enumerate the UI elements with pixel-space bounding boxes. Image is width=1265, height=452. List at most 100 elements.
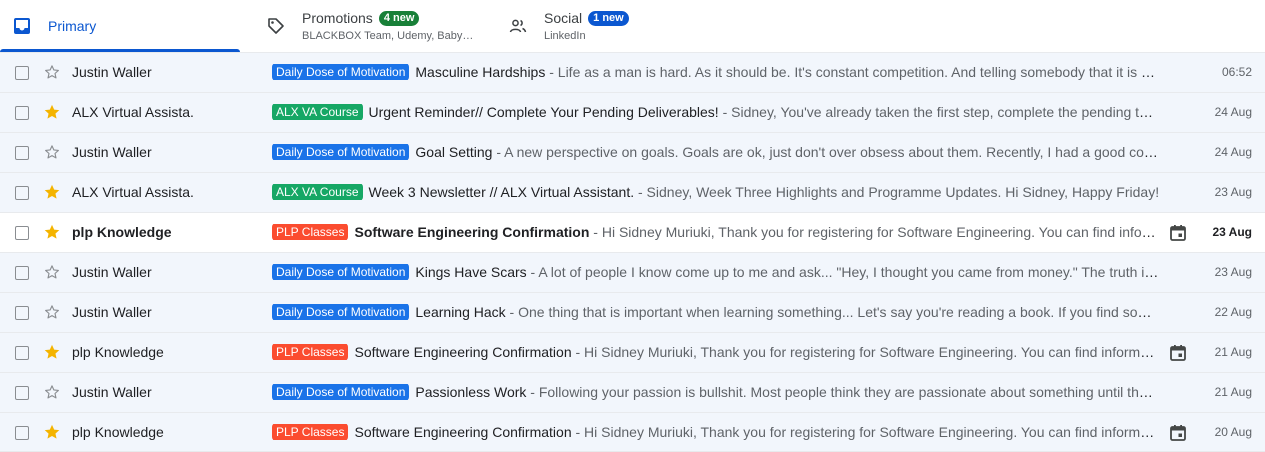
email-row[interactable]: plp Knowledge PLP Classes Software Enginee…	[0, 412, 1265, 452]
email-row[interactable]: ALX Virtual Assista. ALX VA Course Urgent …	[0, 92, 1265, 132]
email-subject: Goal Setting	[415, 144, 493, 160]
email-row[interactable]: Justin Waller Daily Dose of Motivation Goa…	[0, 132, 1265, 172]
tab-primary[interactable]: Primary	[0, 0, 240, 52]
email-sender: plp Knowledge	[72, 424, 164, 440]
email-row[interactable]: plp Knowledge PLP Classes Software Enginee…	[0, 212, 1265, 252]
inbox-icon	[12, 16, 32, 36]
select-checkbox[interactable]	[15, 66, 29, 80]
email-subject: Learning Hack	[415, 304, 506, 320]
email-list: Justin Waller Daily Dose of Motivation Mas…	[0, 52, 1265, 452]
email-date: 24 Aug	[1214, 145, 1252, 159]
email-date: 24 Aug	[1214, 105, 1252, 119]
select-checkbox[interactable]	[15, 266, 29, 280]
email-snippet: - Hi Sidney Muriuki, Thank you for regis…	[593, 224, 1160, 240]
email-sender: Justin Waller	[72, 64, 152, 80]
email-sender: Justin Waller	[72, 384, 152, 400]
email-row[interactable]: Justin Waller Daily Dose of Motivation Mas…	[0, 52, 1265, 92]
email-sender: plp Knowledge	[72, 344, 164, 360]
email-date: 23 Aug	[1212, 225, 1252, 239]
calendar-event-icon[interactable]	[1169, 424, 1187, 442]
email-subject: Urgent Reminder// Complete Your Pending …	[368, 104, 719, 120]
star-outline-icon[interactable]	[43, 263, 61, 281]
email-row[interactable]: Justin Waller Daily Dose of Motivation Kin…	[0, 252, 1265, 292]
email-label-chip[interactable]: PLP Classes	[272, 224, 349, 240]
email-content: Daily Dose of Motivation Masculine Hardsh…	[272, 64, 1160, 80]
email-row[interactable]: Justin Waller Daily Dose of Motivation Pas…	[0, 372, 1265, 412]
email-content: ALX VA Course Week 3 Newsletter // ALX Vi…	[272, 184, 1160, 200]
star-outline-icon[interactable]	[43, 63, 61, 81]
email-subject: Kings Have Scars	[415, 264, 527, 280]
email-subject: Software Engineering Confirmation	[354, 344, 572, 360]
select-checkbox[interactable]	[15, 306, 29, 320]
select-checkbox[interactable]	[15, 226, 29, 240]
email-row[interactable]: Justin Waller Daily Dose of Motivation Lea…	[0, 292, 1265, 332]
email-label-chip[interactable]: PLP Classes	[272, 424, 349, 440]
email-content: Daily Dose of Motivation Kings Have Scars…	[272, 264, 1160, 280]
email-subject: Software Engineering Confirmation	[354, 224, 590, 240]
star-outline-icon[interactable]	[43, 383, 61, 401]
star-outline-icon[interactable]	[43, 143, 61, 161]
people-icon	[508, 16, 528, 36]
email-date: 20 Aug	[1214, 425, 1252, 439]
email-label-chip[interactable]: Daily Dose of Motivation	[272, 64, 410, 80]
email-label-chip[interactable]: PLP Classes	[272, 344, 349, 360]
email-label-chip[interactable]: ALX VA Course	[272, 184, 363, 200]
email-snippet: - Sidney, Week Three Highlights and Prog…	[634, 184, 1160, 200]
email-sender: Justin Waller	[72, 304, 152, 320]
email-date: 21 Aug	[1214, 385, 1252, 399]
star-filled-icon[interactable]	[43, 343, 61, 361]
email-label-chip[interactable]: Daily Dose of Motivation	[272, 384, 410, 400]
email-label-chip[interactable]: Daily Dose of Motivation	[272, 144, 410, 160]
email-snippet: - Following your passion is bullshit. Mo…	[526, 384, 1160, 400]
select-checkbox[interactable]	[15, 346, 29, 360]
email-snippet: - Sidney, You've already taken the first…	[718, 104, 1160, 120]
select-checkbox[interactable]	[15, 426, 29, 440]
select-checkbox[interactable]	[15, 186, 29, 200]
tab-promotions[interactable]: Promotions 4 new BLACKBOX Team, Udemy, B…	[240, 0, 490, 52]
email-content: Daily Dose of Motivation Learning Hack - …	[272, 304, 1160, 320]
email-date: 23 Aug	[1214, 265, 1252, 279]
email-snippet: - Hi Sidney Muriuki, Thank you for regis…	[571, 344, 1160, 360]
star-filled-icon[interactable]	[43, 183, 61, 201]
email-date: 21 Aug	[1214, 345, 1252, 359]
email-subject: Software Engineering Confirmation	[354, 424, 572, 440]
new-count-badge: 4 new	[378, 10, 420, 26]
email-row[interactable]: ALX Virtual Assista. ALX VA Course Week 3 …	[0, 172, 1265, 212]
email-sender: plp Knowledge	[72, 224, 172, 240]
star-filled-icon[interactable]	[43, 423, 61, 441]
select-checkbox[interactable]	[15, 386, 29, 400]
tab-social-senders: LinkedIn	[544, 30, 586, 42]
email-subject: Passionless Work	[415, 384, 527, 400]
email-subject: Week 3 Newsletter // ALX Virtual Assista…	[368, 184, 635, 200]
email-content: Daily Dose of Motivation Passionless Work…	[272, 384, 1160, 400]
tab-promotions-label: Promotions	[302, 10, 373, 26]
tab-social[interactable]: Social 1 new LinkedIn	[490, 0, 740, 52]
email-subject: Masculine Hardships	[415, 64, 546, 80]
email-row[interactable]: plp Knowledge PLP Classes Software Enginee…	[0, 332, 1265, 372]
email-snippet: - A new perspective on goals. Goals are …	[492, 144, 1160, 160]
select-checkbox[interactable]	[15, 146, 29, 160]
star-outline-icon[interactable]	[43, 303, 61, 321]
email-label-chip[interactable]: Daily Dose of Motivation	[272, 264, 410, 280]
email-label-chip[interactable]: Daily Dose of Motivation	[272, 304, 410, 320]
star-filled-icon[interactable]	[43, 223, 61, 241]
email-content: PLP Classes Software Engineering Confirma…	[272, 344, 1160, 360]
email-sender: ALX Virtual Assista.	[72, 104, 194, 120]
email-content: Daily Dose of Motivation Goal Setting - A…	[272, 144, 1160, 160]
new-count-badge: 1 new	[588, 10, 629, 26]
email-sender: Justin Waller	[72, 264, 152, 280]
email-sender: ALX Virtual Assista.	[72, 184, 194, 200]
email-content: PLP Classes Software Engineering Confirma…	[272, 224, 1160, 240]
tab-promotions-senders: BLACKBOX Team, Udemy, Baby…	[302, 30, 474, 42]
email-content: PLP Classes Software Engineering Confirma…	[272, 424, 1160, 440]
star-filled-icon[interactable]	[43, 103, 61, 121]
calendar-event-icon[interactable]	[1169, 224, 1187, 242]
tag-icon	[266, 16, 286, 36]
email-snippet: - One thing that is important when learn…	[505, 304, 1160, 320]
email-label-chip[interactable]: ALX VA Course	[272, 104, 363, 120]
calendar-event-icon[interactable]	[1169, 344, 1187, 362]
tab-social-label: Social	[544, 10, 583, 26]
tab-primary-label: Primary	[48, 18, 97, 34]
email-date: 23 Aug	[1214, 185, 1252, 199]
select-checkbox[interactable]	[15, 106, 29, 120]
